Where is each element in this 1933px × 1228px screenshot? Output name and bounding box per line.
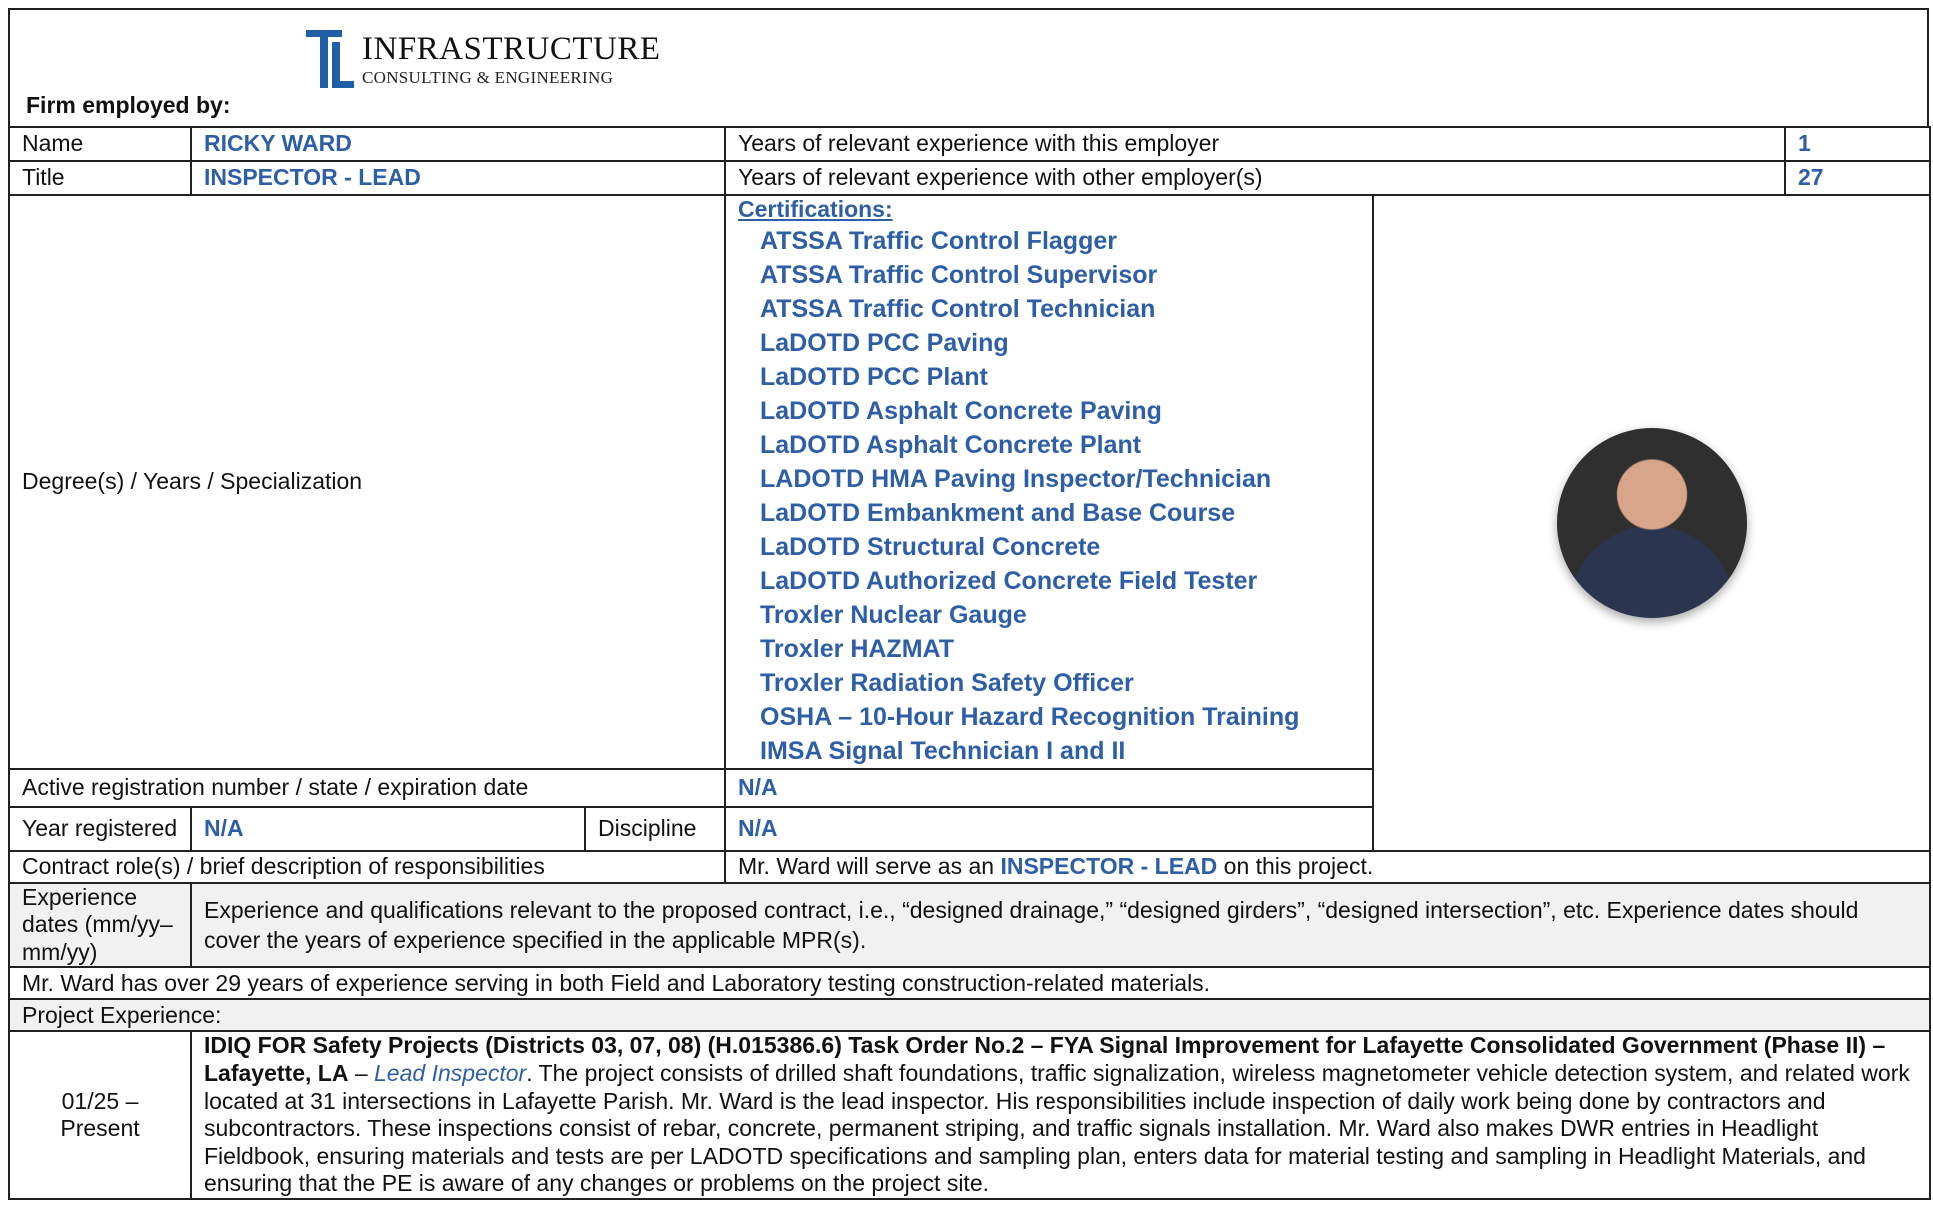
title-value: INSPECTOR - LEAD (190, 160, 726, 196)
year-registered-label: Year registered (8, 805, 192, 852)
certifications-cell: Certifications: ATSSA Traffic Control Fl… (724, 194, 1374, 770)
certification-item: ATSSA Traffic Control Technician (760, 294, 1156, 323)
years-other-label: Years of relevant experience with other … (724, 160, 1786, 196)
contract-role-value: Mr. Ward will serve as an INSPECTOR - LE… (724, 849, 1931, 884)
certification-item: Troxler Radiation Safety Officer (760, 668, 1134, 697)
header-row: Firm employed by: INFRASTRUCTURE CONSULT… (8, 8, 1929, 126)
certification-item: LaDOTD Asphalt Concrete Paving (760, 396, 1162, 425)
project-role: Lead Inspector (374, 1059, 527, 1086)
logo-mark-icon (306, 30, 354, 88)
certification-item: Troxler Nuclear Gauge (760, 600, 1027, 629)
certification-item: ATSSA Traffic Control Supervisor (760, 260, 1158, 289)
certification-item: LaDOTD Asphalt Concrete Plant (760, 430, 1142, 459)
contract-role-label: Contract role(s) / brief description of … (8, 849, 726, 884)
degree-label: Degree(s) / Years / Specialization (8, 194, 726, 770)
certification-item: LaDOTD PCC Paving (760, 328, 1009, 357)
experience-description: Experience and qualifications relevant t… (190, 881, 1931, 969)
certification-item: LaDOTD Structural Concrete (760, 532, 1101, 561)
resume-form: Firm employed by: INFRASTRUCTURE CONSULT… (8, 8, 1931, 1228)
resume-table: Name RICKY WARD Years of relevant experi… (8, 126, 1931, 1200)
certifications-list: ATSSA Traffic Control Flagger ATSSA Traf… (738, 224, 1360, 768)
title-label: Title (8, 160, 192, 196)
registration-label: Active registration number / state / exp… (8, 767, 726, 808)
name-value: RICKY WARD (190, 126, 726, 162)
experience-dates-label: Experience dates (mm/yy–mm/yy) (8, 881, 192, 969)
name-label: Name (8, 126, 192, 162)
project-dates: 01/25 – Present (8, 1030, 192, 1200)
certification-item: LaDOTD PCC Plant (760, 362, 988, 391)
project-experience-label: Project Experience: (8, 998, 1931, 1033)
certification-item: OSHA – 10-Hour Hazard Recognition Traini… (760, 702, 1300, 731)
project-description: IDIQ FOR Safety Projects (Districts 03, … (190, 1030, 1931, 1200)
certification-item: LaDOTD Authorized Concrete Field Tester (760, 566, 1258, 595)
certification-item: LaDOTD Embankment and Base Course (760, 498, 1236, 527)
photo-cell (1372, 194, 1931, 852)
discipline-label: Discipline (584, 805, 726, 852)
certifications-title: Certifications: (738, 196, 893, 222)
logo-subtitle: CONSULTING & ENGINEERING (362, 67, 614, 87)
years-other-value: 27 (1784, 160, 1931, 196)
certification-item: IMSA Signal Technician I and II (760, 736, 1126, 765)
contract-role-highlight: INSPECTOR - LEAD (1000, 852, 1218, 879)
years-employer-label: Years of relevant experience with this e… (724, 126, 1786, 162)
discipline-value: N/A (724, 805, 1374, 852)
logo-title: INFRASTRUCTURE (362, 30, 661, 67)
years-employer-value: 1 (1784, 126, 1931, 162)
certification-item: LADOTD HMA Paving Inspector/Technician (760, 464, 1272, 493)
year-registered-value: N/A (190, 805, 586, 852)
experience-summary: Mr. Ward has over 29 years of experience… (8, 966, 1931, 1001)
certification-item: Troxler HAZMAT (760, 634, 954, 663)
company-logo: INFRASTRUCTURE CONSULTING & ENGINEERING (306, 30, 661, 88)
profile-photo (1556, 427, 1747, 618)
registration-value: N/A (724, 767, 1374, 808)
certification-item: ATSSA Traffic Control Flagger (760, 226, 1117, 255)
firm-employed-label: Firm employed by: (26, 92, 231, 118)
